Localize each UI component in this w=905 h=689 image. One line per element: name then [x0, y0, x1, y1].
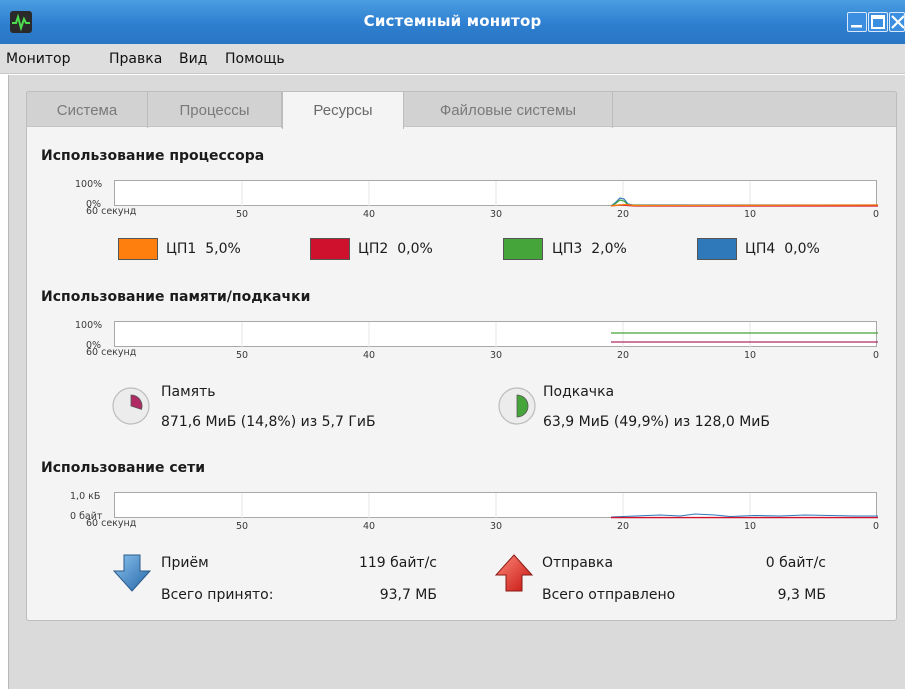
memory-usage-pie[interactable]: [111, 386, 151, 426]
memory-value: 871,6 МиБ (14,8%) из 5,7 ГиБ: [161, 414, 376, 430]
minimize-button[interactable]: [847, 12, 867, 32]
menu-bar: Монитор Правка Вид Помощь: [0, 44, 905, 74]
cpu4-color-button[interactable]: [697, 238, 737, 260]
send-label: Отправка: [542, 555, 614, 571]
network-x-label-10: 10: [744, 521, 757, 532]
send-arrow-icon[interactable]: [494, 553, 534, 593]
tab-system[interactable]: Система: [27, 92, 148, 128]
memory-x-label-50: 50: [236, 350, 249, 361]
tab-filesystems[interactable]: Файловые системы: [404, 92, 613, 128]
cpu-history-graph: [114, 180, 878, 207]
memory-history-graph: [114, 321, 878, 348]
network-x-label-60: 60 секунд: [86, 518, 137, 529]
network-x-label-20: 20: [617, 521, 630, 532]
network-graph-lines: [241, 493, 878, 519]
receive-label: Приём: [161, 555, 209, 571]
cpu3-label: ЦП3 2,0%: [552, 241, 627, 257]
close-icon: [891, 15, 905, 29]
memory-x-label-40: 40: [363, 350, 376, 361]
close-button[interactable]: [889, 12, 905, 32]
network-x-label-0: 0: [873, 521, 880, 532]
cpu1-color-button[interactable]: [118, 238, 158, 260]
tab-resources[interactable]: Ресурсы: [282, 92, 404, 129]
swap-label: Подкачка: [543, 384, 615, 400]
cpu-x-label-50: 50: [236, 209, 249, 220]
menu-help[interactable]: Помощь: [225, 51, 285, 67]
sent-total: 9,3 МБ: [777, 587, 826, 603]
cpu-x-label-10: 10: [744, 209, 757, 220]
cpu-graph-lines: [241, 181, 878, 207]
window-title: Системный монитор: [363, 12, 542, 30]
network-y-top-label: 1,0 кБ: [70, 491, 101, 502]
receive-rate: 119 байт/с: [358, 555, 437, 571]
menu-monitor[interactable]: Монитор: [6, 51, 71, 67]
cpu2-label: ЦП2 0,0%: [358, 241, 433, 257]
menu-edit[interactable]: Правка: [109, 51, 162, 67]
network-x-label-30: 30: [490, 521, 503, 532]
maximize-button[interactable]: [868, 12, 888, 32]
memory-x-label-0: 0: [873, 350, 880, 361]
cpu2-color-button[interactable]: [310, 238, 350, 260]
minimize-icon: [851, 25, 862, 28]
swap-value: 63,9 МиБ (49,9%) из 128,0 МиБ: [543, 414, 771, 430]
network-x-label-40: 40: [363, 521, 376, 532]
title-bar[interactable]: Системный монитор: [0, 0, 905, 44]
cpu-x-label-0: 0: [873, 209, 880, 220]
resources-panel: [26, 91, 897, 621]
memory-x-label-30: 30: [490, 350, 503, 361]
send-rate: 0 байт/с: [765, 555, 826, 571]
cpu-x-label-20: 20: [617, 209, 630, 220]
memory-x-label-20: 20: [617, 350, 630, 361]
memory-x-label-10: 10: [744, 350, 757, 361]
network-x-label-50: 50: [236, 521, 249, 532]
memory-y-top-label: 100%: [75, 320, 103, 331]
cpu4-label: ЦП4 0,0%: [745, 241, 820, 257]
network-section-title: Использование сети: [41, 460, 206, 476]
maximize-icon: [871, 15, 885, 29]
sent-total-label: Всего отправлено: [542, 587, 676, 603]
tab-processes[interactable]: Процессы: [148, 92, 282, 128]
received-total-label: Всего принято:: [161, 587, 274, 603]
received-total: 93,7 МБ: [379, 587, 437, 603]
memory-section-title: Использование памяти/подкачки: [41, 289, 311, 305]
memory-label: Память: [161, 384, 216, 400]
memory-graph-lines: [241, 322, 878, 348]
cpu-x-label-40: 40: [363, 209, 376, 220]
cpu-x-label-30: 30: [490, 209, 503, 220]
menu-view[interactable]: Вид: [179, 51, 207, 67]
memory-x-label-60: 60 секунд: [86, 347, 137, 358]
network-history-graph: [114, 492, 878, 519]
swap-usage-pie[interactable]: [497, 386, 537, 426]
cpu1-label: ЦП1 5,0%: [166, 241, 241, 257]
receive-arrow-icon[interactable]: [112, 553, 152, 593]
cpu-x-label-60: 60 секунд: [86, 206, 137, 217]
cpu-y-top-label: 100%: [75, 179, 103, 190]
cpu-section-title: Использование процессора: [41, 148, 265, 164]
cpu3-color-button[interactable]: [503, 238, 543, 260]
